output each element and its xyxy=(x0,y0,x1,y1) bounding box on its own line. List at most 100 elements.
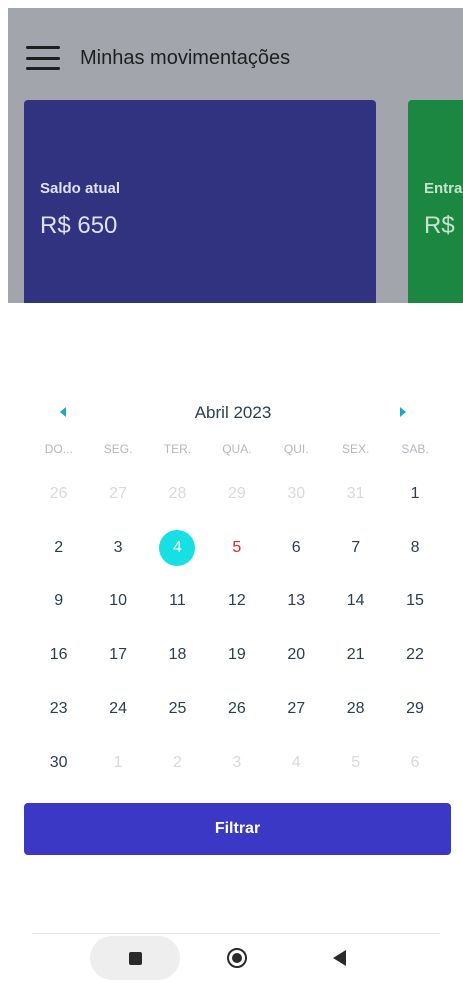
day-cell[interactable]: 6 xyxy=(267,521,326,575)
income-card[interactable]: Entra R$ xyxy=(408,100,463,303)
day-cell: 1 xyxy=(88,736,147,790)
day-number: 1 xyxy=(113,753,123,771)
day-cell[interactable]: 29 xyxy=(385,682,444,736)
previous-month-icon[interactable] xyxy=(60,407,66,417)
day-cell: 29 xyxy=(207,467,266,521)
day-cell[interactable]: 10 xyxy=(88,575,147,629)
day-number: 2 xyxy=(54,538,64,556)
day-cell[interactable]: 22 xyxy=(385,628,444,682)
day-number: 11 xyxy=(169,592,186,610)
day-cell[interactable]: 28 xyxy=(326,682,385,736)
weekday-header-row: DO... SEG. TER. QUA. QUI. SEX. SAB. xyxy=(29,431,446,467)
back-button[interactable] xyxy=(294,936,384,980)
day-cell[interactable]: 12 xyxy=(207,575,266,629)
day-number: 27 xyxy=(287,700,306,718)
day-number: 5 xyxy=(232,538,242,556)
day-number: 4 xyxy=(291,753,301,771)
day-cell: 3 xyxy=(207,736,266,790)
day-number: 15 xyxy=(406,592,424,610)
day-cell[interactable]: 21 xyxy=(326,628,385,682)
day-cell[interactable]: 8 xyxy=(385,521,444,575)
next-month-icon[interactable] xyxy=(400,407,406,417)
recent-apps-icon xyxy=(128,951,142,965)
balance-label: Saldo atual xyxy=(40,180,121,197)
day-cell: 26 xyxy=(29,467,88,521)
day-number: 27 xyxy=(109,484,127,502)
recent-apps-button[interactable] xyxy=(90,936,180,980)
day-number: 18 xyxy=(168,646,187,664)
balance-card[interactable]: Saldo atual R$ 650 xyxy=(24,100,376,303)
day-number: 29 xyxy=(227,484,246,502)
dimmed-header-area: Minhas movimentações Saldo atual R$ 650 … xyxy=(8,8,463,303)
date-picker-calendar: Abril 2023 DO... SEG. TER. QUA. QUI. SEX. SAB.… xyxy=(20,395,446,790)
day-cell[interactable]: 30 xyxy=(29,736,88,790)
weekday-label: TER. xyxy=(163,442,192,456)
calendar-header: Abril 2023 xyxy=(20,395,446,431)
balance-value: R$ 650 xyxy=(40,212,118,239)
day-number: 28 xyxy=(346,700,365,718)
day-cell[interactable]: 11 xyxy=(148,575,207,629)
day-cell: 2 xyxy=(148,736,207,790)
day-number: 30 xyxy=(49,753,68,771)
day-cell: 4 xyxy=(267,736,326,790)
selected-day-cell[interactable]: 4 xyxy=(148,521,207,575)
home-button[interactable] xyxy=(192,936,282,980)
day-number: 16 xyxy=(49,646,68,664)
day-cell: 5 xyxy=(326,736,385,790)
day-number: 26 xyxy=(227,700,246,718)
day-number: 9 xyxy=(54,592,64,610)
day-number: 14 xyxy=(346,592,365,610)
day-number: 22 xyxy=(406,646,424,664)
day-number: 10 xyxy=(109,592,127,610)
day-number: 13 xyxy=(287,592,306,610)
day-number: 30 xyxy=(287,484,306,502)
day-cell[interactable]: 20 xyxy=(267,628,326,682)
day-cell[interactable]: 16 xyxy=(29,628,88,682)
day-number: 3 xyxy=(232,753,242,771)
day-cell[interactable]: 23 xyxy=(29,682,88,736)
day-cell[interactable]: 25 xyxy=(148,682,207,736)
calendar-day-grid: 26 27 28 29 30 31 1 2 3 4 5 6 7 8 9 10 11 12 13 14 15 16 17 18 1… xyxy=(29,467,446,790)
weekday-label: QUA. xyxy=(222,442,252,456)
day-number: 19 xyxy=(227,646,246,664)
day-number: 29 xyxy=(406,700,424,718)
app-screen: Minhas movimentações Saldo atual R$ 650 … xyxy=(0,0,463,983)
hamburger-menu-icon[interactable] xyxy=(26,46,60,70)
day-cell[interactable]: 19 xyxy=(207,628,266,682)
top-app-bar: Minhas movimentações xyxy=(26,46,290,70)
day-number: 5 xyxy=(351,753,361,771)
day-number: 3 xyxy=(113,538,123,556)
day-number: 21 xyxy=(346,646,365,664)
day-number: 2 xyxy=(173,753,182,771)
day-cell[interactable]: 26 xyxy=(207,682,266,736)
day-cell[interactable]: 1 xyxy=(385,467,444,521)
calendar-month-title: Abril 2023 xyxy=(194,403,272,422)
day-cell[interactable]: 17 xyxy=(88,628,147,682)
day-number: 28 xyxy=(168,484,187,502)
day-cell[interactable]: 5 xyxy=(207,521,266,575)
day-cell[interactable]: 15 xyxy=(385,575,444,629)
day-cell[interactable]: 18 xyxy=(148,628,207,682)
day-cell: 27 xyxy=(88,467,147,521)
page-title: Minhas movimentações xyxy=(80,46,291,69)
day-cell[interactable]: 3 xyxy=(88,521,147,575)
day-cell[interactable]: 14 xyxy=(326,575,385,629)
day-number: 7 xyxy=(351,538,361,556)
day-number: 6 xyxy=(291,538,301,556)
weekday-label: SEX. xyxy=(341,442,370,456)
weekday-label: QUI. xyxy=(283,442,309,456)
day-cell[interactable]: 27 xyxy=(267,682,326,736)
day-number: 24 xyxy=(109,700,127,718)
weekday-label: DO... xyxy=(44,442,73,456)
day-cell[interactable]: 7 xyxy=(326,521,385,575)
home-icon xyxy=(227,948,247,968)
day-cell[interactable]: 2 xyxy=(29,521,88,575)
day-cell[interactable]: 24 xyxy=(88,682,147,736)
day-cell[interactable]: 13 xyxy=(267,575,326,629)
day-number: 20 xyxy=(287,646,306,664)
day-cell: 28 xyxy=(148,467,207,521)
filter-button[interactable]: Filtrar xyxy=(24,803,451,855)
system-navigation-bar xyxy=(32,933,440,983)
day-cell[interactable]: 9 xyxy=(29,575,88,629)
day-number: 6 xyxy=(410,753,420,771)
